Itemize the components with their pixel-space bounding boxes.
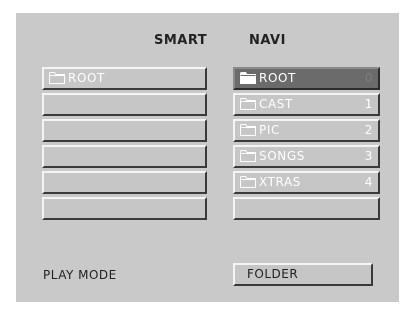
- folder-icon: [240, 124, 256, 136]
- navi-item-label: XTRAS: [259, 175, 302, 189]
- navi-item-empty[interactable]: [233, 197, 380, 220]
- navi-item-root[interactable]: ROOT 0: [233, 67, 380, 90]
- navi-item-xtras[interactable]: XTRAS 4: [233, 171, 380, 194]
- folder-icon: [240, 150, 256, 162]
- navi-item-label: PIC: [259, 123, 280, 137]
- navi-title: NAVI: [249, 33, 286, 48]
- smart-item-empty[interactable]: [42, 171, 207, 194]
- navi-item-number: 2: [364, 123, 373, 137]
- play-mode-value: FOLDER: [247, 267, 299, 281]
- folder-icon: [240, 176, 256, 188]
- navi-item-cast[interactable]: CAST 1: [233, 93, 380, 116]
- navi-item-label: CAST: [259, 97, 293, 111]
- smart-item-empty[interactable]: [42, 93, 207, 116]
- navi-item-number: 0: [364, 71, 373, 85]
- navi-item-pic[interactable]: PIC 2: [233, 119, 380, 142]
- smart-item-label: ROOT: [68, 71, 105, 85]
- smart-item-empty[interactable]: [42, 119, 207, 142]
- smart-title: SMART: [154, 33, 208, 48]
- smart-item-empty[interactable]: [42, 145, 207, 168]
- play-mode-label: PLAY MODE: [43, 268, 117, 282]
- navi-item-songs[interactable]: SONGS 3: [233, 145, 380, 168]
- smart-item-empty[interactable]: [42, 197, 207, 220]
- navi-item-label: SONGS: [259, 149, 305, 163]
- navi-item-label: ROOT: [259, 71, 296, 85]
- folder-icon: [49, 72, 65, 84]
- smart-item-root[interactable]: ROOT: [42, 67, 207, 90]
- navi-item-number: 4: [364, 175, 373, 189]
- play-mode-selector[interactable]: FOLDER: [233, 263, 373, 286]
- navi-item-number: 3: [364, 149, 373, 163]
- navi-item-number: 1: [364, 97, 373, 111]
- folder-icon: [240, 72, 256, 84]
- menu-screen: SMART NAVI ROOT ROOT 0 CAST 1 PIC 2 SONG…: [16, 13, 399, 302]
- folder-icon: [240, 98, 256, 110]
